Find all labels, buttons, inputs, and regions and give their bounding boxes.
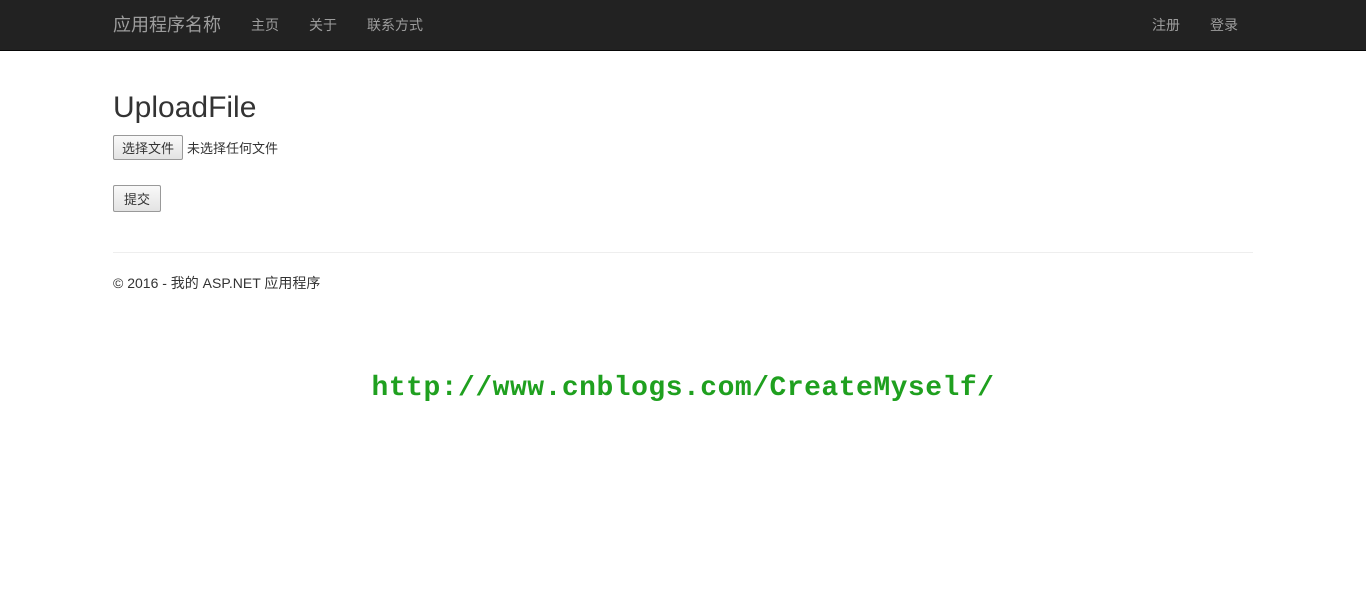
nav-register-link[interactable]: 注册 [1137, 0, 1195, 50]
page-title: UploadFile [113, 91, 1253, 125]
submit-button[interactable]: 提交 [113, 185, 161, 212]
nav-left-list: 主页 关于 联系方式 [236, 0, 438, 50]
main-container: UploadFile 选择文件 未选择任何文件 提交 © 2016 - 我的 A… [98, 51, 1268, 404]
nav-about-link[interactable]: 关于 [294, 0, 352, 50]
nav-home-link[interactable]: 主页 [236, 0, 294, 50]
copyright-text: © 2016 - 我的 ASP.NET 应用程序 [113, 273, 1253, 293]
navbar-left: 应用程序名称 主页 关于 联系方式 [113, 0, 438, 50]
watermark-text: http://www.cnblogs.com/CreateMyself/ [113, 373, 1253, 404]
nav-login-link[interactable]: 登录 [1195, 0, 1253, 50]
choose-file-button[interactable]: 选择文件 [113, 135, 183, 160]
footer-divider [113, 252, 1253, 253]
nav-contact-link[interactable]: 联系方式 [352, 0, 438, 50]
navbar-container: 应用程序名称 主页 关于 联系方式 注册 登录 [98, 0, 1268, 50]
file-status-text: 未选择任何文件 [187, 138, 278, 157]
footer: © 2016 - 我的 ASP.NET 应用程序 [113, 273, 1253, 313]
brand-link[interactable]: 应用程序名称 [113, 0, 236, 50]
file-input-group: 选择文件 未选择任何文件 [113, 135, 1253, 160]
nav-right-list: 注册 登录 [1137, 0, 1253, 50]
navbar-right: 注册 登录 [1137, 0, 1253, 50]
top-navbar: 应用程序名称 主页 关于 联系方式 注册 登录 [0, 0, 1366, 51]
